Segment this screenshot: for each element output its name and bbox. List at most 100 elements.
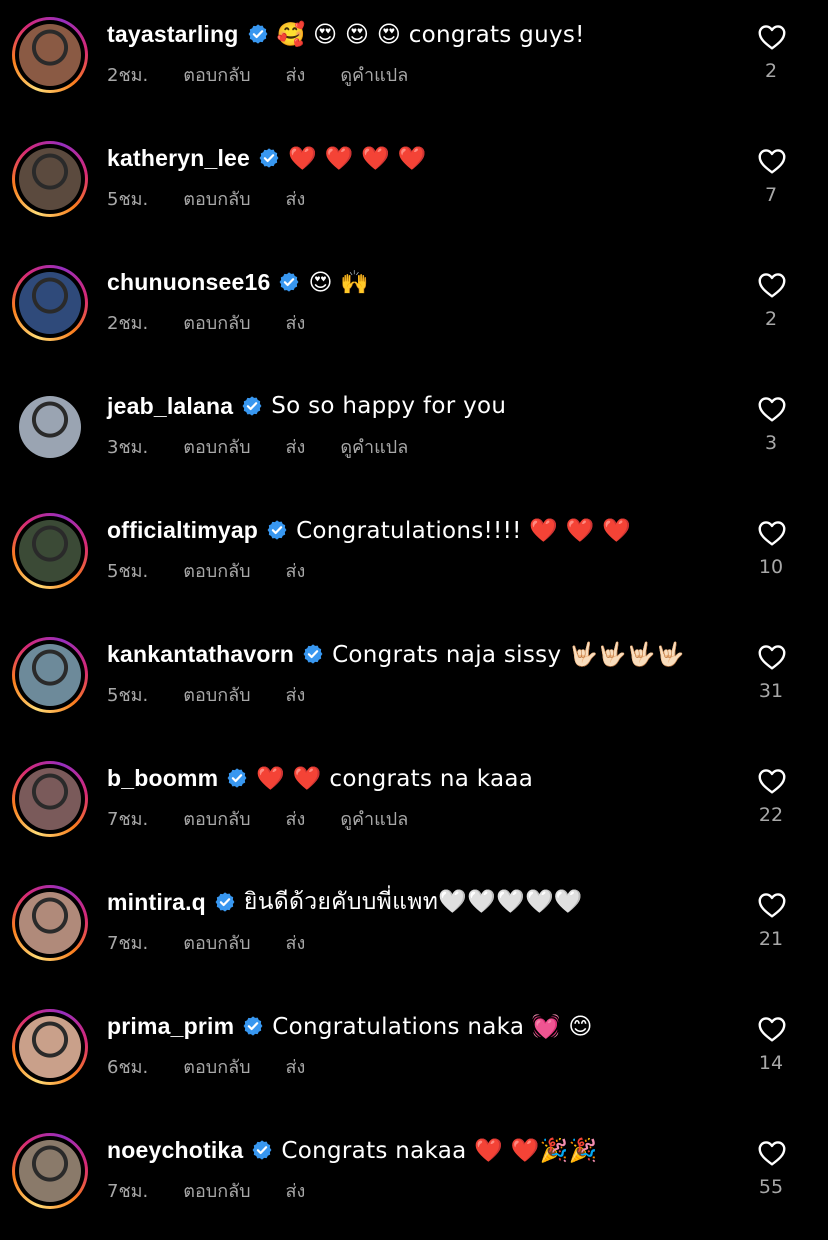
comment-text: Congratulations!!!! ❤️ ❤️ ❤️ [296, 517, 632, 544]
comment-text: 😍 🙌 [308, 269, 370, 296]
translate-button[interactable]: ดูคำแปล [340, 60, 408, 89]
comment-row: katheryn_lee ❤️ ❤️ ❤️ ❤️ 5ชม. ตอบกลับ ส่… [0, 124, 828, 248]
comment-row: chunuonsee16 😍 🙌 2ชม. ตอบกลับ ส่ง 2 [0, 248, 828, 372]
comment-username[interactable]: officialtimyap [107, 517, 258, 544]
avatar[interactable] [19, 272, 81, 334]
reply-button[interactable]: ตอบกลับ [183, 432, 250, 461]
comment-time: 3ชม. [107, 436, 149, 458]
avatar[interactable] [19, 396, 81, 458]
avatar[interactable] [19, 644, 81, 706]
avatar-story-ring[interactable] [12, 513, 88, 589]
avatar-story-ring[interactable] [12, 637, 88, 713]
heart-outline-icon[interactable] [756, 1137, 788, 1169]
heart-outline-icon[interactable] [756, 393, 788, 425]
reply-button[interactable]: ตอบกลับ [183, 804, 250, 833]
comment-text: Congratulations naka 💓 😊 [272, 1013, 593, 1040]
avatar[interactable] [19, 520, 81, 582]
avatar-story-ring[interactable] [12, 389, 88, 465]
like-count: 21 [758, 928, 784, 950]
verified-badge-icon [267, 520, 287, 540]
translate-button[interactable]: ดูคำแปล [340, 432, 408, 461]
send-button[interactable]: ส่ง [286, 804, 306, 833]
avatar[interactable] [19, 148, 81, 210]
reply-button[interactable]: ตอบกลับ [183, 1052, 250, 1081]
heart-outline-icon[interactable] [756, 641, 788, 673]
comment-row: prima_prim Congratulations naka 💓 😊 6ชม.… [0, 992, 828, 1116]
comment-username[interactable]: mintira.q [107, 889, 206, 916]
heart-outline-icon[interactable] [756, 21, 788, 53]
comment-text: 🥰 😍 😍 😍 congrats guys! [276, 21, 585, 48]
comment-text: ยินดีด้วยคับบพี่แพท🤍🤍🤍🤍🤍 [243, 889, 583, 915]
comment-username[interactable]: prima_prim [107, 1013, 234, 1040]
comment-time: 2ชม. [107, 312, 149, 334]
reply-button[interactable]: ตอบกลับ [183, 1176, 250, 1205]
comment-row: b_boomm ❤️ ❤️ congrats na kaaa 7ชม. ตอบก… [0, 744, 828, 868]
reply-button[interactable]: ตอบกลับ [183, 60, 250, 89]
reply-button[interactable]: ตอบกลับ [183, 680, 250, 709]
send-button[interactable]: ส่ง [286, 184, 306, 213]
verified-badge-icon [303, 644, 323, 664]
comment-username[interactable]: kankantathavorn [107, 641, 294, 668]
verified-badge-icon [252, 1140, 272, 1160]
avatar[interactable] [19, 892, 81, 954]
comment-username[interactable]: b_boomm [107, 765, 218, 792]
avatar-story-ring[interactable] [12, 1133, 88, 1209]
comment-time: 7ชม. [107, 808, 149, 830]
translate-button[interactable]: ดูคำแปล [340, 804, 408, 833]
like-count: 10 [758, 556, 784, 578]
verified-badge-icon [243, 1016, 263, 1036]
heart-outline-icon[interactable] [756, 1013, 788, 1045]
comment-row: jeab_lalana So so happy for you 3ชม. ตอบ… [0, 372, 828, 496]
avatar-story-ring[interactable] [12, 1009, 88, 1085]
send-button[interactable]: ส่ง [286, 1052, 306, 1081]
send-button[interactable]: ส่ง [286, 928, 306, 957]
send-button[interactable]: ส่ง [286, 60, 306, 89]
comment-time: 5ชม. [107, 684, 149, 706]
send-button[interactable]: ส่ง [286, 432, 306, 461]
verified-badge-icon [242, 396, 262, 416]
heart-outline-icon[interactable] [756, 765, 788, 797]
comment-username[interactable]: noeychotika [107, 1137, 243, 1164]
comment-text: Congrats naja sissy 🤟🏻🤟🏻🤟🏻🤟🏻 [332, 641, 685, 668]
avatar[interactable] [19, 1016, 81, 1078]
verified-badge-icon [280, 272, 299, 292]
avatar-story-ring[interactable] [12, 761, 88, 837]
send-button[interactable]: ส่ง [286, 680, 306, 709]
comment-username[interactable]: tayastarling [107, 21, 239, 48]
send-button[interactable]: ส่ง [286, 308, 306, 337]
comment-username[interactable]: katheryn_lee [107, 145, 250, 172]
send-button[interactable]: ส่ง [286, 1176, 306, 1205]
comment-list: tayastarling 🥰 😍 😍 😍 congrats guys! 2ชม.… [0, 0, 828, 1240]
like-count: 31 [758, 680, 784, 702]
comment-text: So so happy for you [271, 393, 507, 419]
heart-outline-icon[interactable] [756, 517, 788, 549]
comment-username[interactable]: jeab_lalana [107, 393, 233, 420]
comment-row: mintira.q ยินดีด้วยคับบพี่แพท🤍🤍🤍🤍🤍 7ชม. … [0, 868, 828, 992]
comment-row: officialtimyap Congratulations!!!! ❤️ ❤️… [0, 496, 828, 620]
avatar[interactable] [19, 768, 81, 830]
avatar-story-ring[interactable] [12, 17, 88, 93]
comment-time: 5ชม. [107, 560, 149, 582]
avatar[interactable] [19, 1140, 81, 1202]
heart-outline-icon[interactable] [756, 145, 788, 177]
comment-text: Congrats nakaa ❤️ ❤️🎉🎉 [281, 1137, 598, 1164]
avatar[interactable] [19, 24, 81, 86]
comment-row: kankantathavorn Congrats naja sissy 🤟🏻🤟🏻… [0, 620, 828, 744]
send-button[interactable]: ส่ง [286, 556, 306, 585]
comment-text: ❤️ ❤️ ❤️ ❤️ [288, 145, 427, 172]
reply-button[interactable]: ตอบกลับ [183, 928, 250, 957]
heart-outline-icon[interactable] [756, 889, 788, 921]
verified-badge-icon [227, 768, 247, 788]
avatar-story-ring[interactable] [12, 885, 88, 961]
heart-outline-icon[interactable] [756, 269, 788, 301]
reply-button[interactable]: ตอบกลับ [183, 184, 250, 213]
reply-button[interactable]: ตอบกลับ [183, 308, 250, 337]
comment-row: noeychotika Congrats nakaa ❤️ ❤️🎉🎉 7ชม. … [0, 1116, 828, 1240]
comment-username[interactable]: chunuonsee16 [107, 269, 270, 296]
comment-time: 7ชม. [107, 1180, 149, 1202]
avatar-story-ring[interactable] [12, 141, 88, 217]
comment-time: 2ชม. [107, 64, 149, 86]
comment-time: 7ชม. [107, 932, 149, 954]
avatar-story-ring[interactable] [12, 265, 88, 341]
reply-button[interactable]: ตอบกลับ [183, 556, 250, 585]
